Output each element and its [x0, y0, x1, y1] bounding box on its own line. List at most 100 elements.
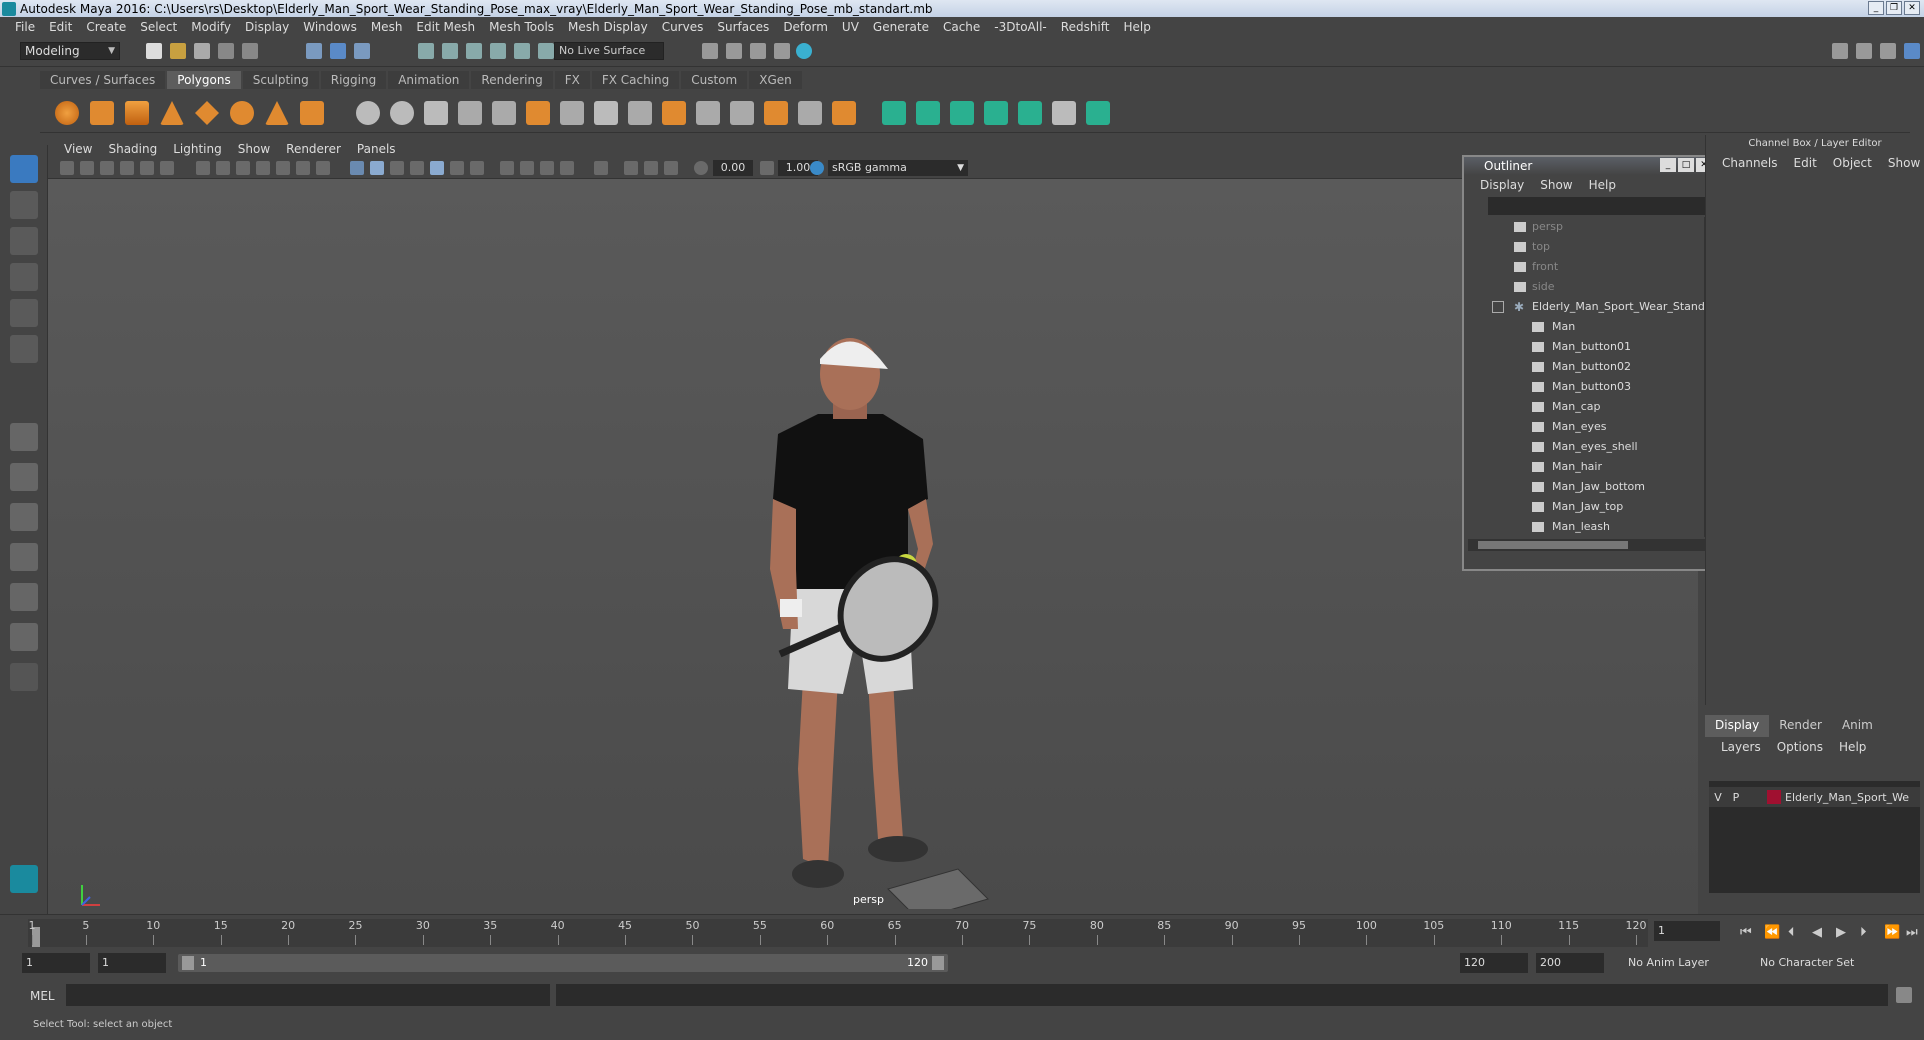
step-forward-icon[interactable]: ⏩ [1884, 925, 1900, 940]
playback-range-bar[interactable]: 1 120 [178, 954, 948, 972]
paint-select-tool-icon[interactable] [10, 227, 38, 255]
grease-pencil-icon[interactable] [140, 161, 154, 175]
panel-menu-panels[interactable]: Panels [349, 142, 404, 156]
select-component-icon[interactable] [354, 43, 370, 59]
select-object-icon[interactable] [330, 43, 346, 59]
menu-redshift[interactable]: Redshift [1054, 20, 1117, 34]
new-scene-icon[interactable] [146, 43, 162, 59]
wireframe-on-shaded-icon[interactable] [410, 161, 424, 175]
menu-uv[interactable]: UV [835, 20, 866, 34]
open-scene-icon[interactable] [170, 43, 186, 59]
live-surface-field[interactable]: No Live Surface [554, 42, 664, 60]
menu-windows[interactable]: Windows [296, 20, 364, 34]
anim-layer-dropdown[interactable]: No Anim Layer [1628, 953, 1709, 973]
smooth-shade-icon[interactable] [370, 161, 384, 175]
layer-playback-toggle[interactable]: P [1727, 791, 1745, 804]
more-layouts-icon[interactable] [10, 663, 38, 691]
layer-color-swatch[interactable] [1767, 790, 1781, 804]
scale-tool-icon[interactable] [10, 335, 38, 363]
poly-cylinder-icon[interactable] [125, 101, 149, 125]
poly-cube-icon[interactable] [90, 101, 114, 125]
camera-attributes-icon[interactable] [80, 161, 94, 175]
layer-menu-options[interactable]: Options [1769, 740, 1831, 754]
outliner-item-man-hair[interactable]: Man_hair [1464, 457, 1714, 477]
layer-visibility-toggle[interactable]: V [1709, 791, 1727, 804]
separate-icon[interactable] [390, 101, 414, 125]
snap-surface-icon[interactable] [538, 43, 554, 59]
select-camera-icon[interactable] [60, 161, 74, 175]
select-hierarchy-icon[interactable] [306, 43, 322, 59]
outliner-item-man-button03[interactable]: Man_button03 [1464, 377, 1714, 397]
outliner-search-input[interactable] [1488, 197, 1710, 215]
playback-end-field[interactable]: 120 [1460, 953, 1528, 973]
bridge-icon[interactable] [526, 101, 550, 125]
outliner-item-front[interactable]: front [1464, 257, 1714, 277]
shelf-tab-sculpting[interactable]: Sculpting [242, 71, 319, 89]
field-chart-icon[interactable] [276, 161, 290, 175]
collapse-icon[interactable] [1492, 301, 1504, 313]
outliner-item-man-cap[interactable]: Man_cap [1464, 397, 1714, 417]
uv-editor-icon[interactable] [882, 101, 906, 125]
menu-edit-mesh[interactable]: Edit Mesh [409, 20, 482, 34]
gate-mask-icon[interactable] [256, 161, 270, 175]
minimize-button[interactable]: _ [1868, 1, 1884, 15]
uv-shell-icon[interactable] [1086, 101, 1110, 125]
textured-icon[interactable] [430, 161, 444, 175]
perspective-viewport[interactable]: persp [48, 179, 1698, 914]
poly-cone-icon[interactable] [160, 101, 184, 125]
outliner-menu-show[interactable]: Show [1532, 178, 1580, 192]
image-plane-icon[interactable] [120, 161, 134, 175]
depth-of-field-icon[interactable] [560, 161, 574, 175]
layer-menu-help[interactable]: Help [1831, 740, 1874, 754]
grid-icon[interactable] [196, 161, 210, 175]
combine-icon[interactable] [356, 101, 380, 125]
menu-3dtoall[interactable]: -3DtoAll- [987, 20, 1053, 34]
move-tool-icon[interactable] [10, 263, 38, 291]
safe-title-icon[interactable] [316, 161, 330, 175]
render-view-icon[interactable] [702, 43, 718, 59]
uv-layout-icon[interactable] [950, 101, 974, 125]
side-by-side-layout-icon[interactable] [10, 503, 38, 531]
menu-display[interactable]: Display [238, 20, 296, 34]
safe-action-icon[interactable] [296, 161, 310, 175]
outliner-item-group[interactable]: ✱ Elderly_Man_Sport_Wear_Standin [1464, 297, 1714, 317]
outliner-menu-display[interactable]: Display [1472, 178, 1532, 192]
render-settings-icon[interactable] [774, 43, 790, 59]
time-slider-track[interactable]: 1 5 10 15 20 25 30 35 40 45 50 55 60 65 70 75 80 85 90 95 10… [28, 919, 1648, 947]
shelf-tab-fx-caching[interactable]: FX Caching [591, 71, 680, 89]
step-back-icon[interactable]: ⏪ [1764, 925, 1780, 940]
shelf-tab-rigging[interactable]: Rigging [320, 71, 387, 89]
panel-menu-lighting[interactable]: Lighting [165, 142, 230, 156]
shelf-tab-xgen[interactable]: XGen [749, 71, 802, 89]
outliner-maximize-button[interactable]: □ [1678, 158, 1694, 172]
channel-box-toggle-icon[interactable] [1904, 43, 1920, 59]
channel-menu-edit[interactable]: Edit [1786, 156, 1825, 170]
mode-dropdown[interactable]: Modeling ▼ [20, 42, 120, 60]
menu-select[interactable]: Select [133, 20, 184, 34]
bookmark-icon[interactable] [100, 161, 114, 175]
time-slider[interactable]: 1 5 10 15 20 25 30 35 40 45 50 55 60 65 70 75 80 85 90 95 10… [0, 914, 1924, 950]
lasso-tool-icon[interactable] [10, 191, 38, 219]
layer-menu-layers[interactable]: Layers [1713, 740, 1769, 754]
channel-menu-object[interactable]: Object [1825, 156, 1880, 170]
menu-mesh-display[interactable]: Mesh Display [561, 20, 655, 34]
outliner-item-man[interactable]: Man [1464, 317, 1714, 337]
multi-cut-icon[interactable] [594, 101, 618, 125]
anti-aliasing-icon[interactable] [540, 161, 554, 175]
go-to-start-icon[interactable]: ⏮ [1740, 925, 1752, 940]
extrude-icon[interactable] [492, 101, 516, 125]
xray-icon[interactable] [624, 161, 638, 175]
outliner-horizontal-scrollbar[interactable] [1468, 539, 1710, 551]
animation-end-field[interactable]: 200 [1536, 953, 1604, 973]
panel-menu-show[interactable]: Show [230, 142, 278, 156]
current-frame-field[interactable]: 1 [1654, 921, 1720, 941]
uv-sew-icon[interactable] [1018, 101, 1042, 125]
outliner-persp-layout-icon[interactable] [10, 623, 38, 651]
outliner-item-man-jaw-bottom[interactable]: Man_Jaw_bottom [1464, 477, 1714, 497]
shelf-tab-polygons[interactable]: Polygons [167, 71, 241, 89]
single-view-layout-icon[interactable] [10, 423, 38, 451]
persp-outliner-layout-icon[interactable] [10, 583, 38, 611]
render-frame-icon[interactable] [726, 43, 742, 59]
channel-menu-show[interactable]: Show [1880, 156, 1924, 170]
close-button[interactable]: ✕ [1904, 1, 1920, 15]
